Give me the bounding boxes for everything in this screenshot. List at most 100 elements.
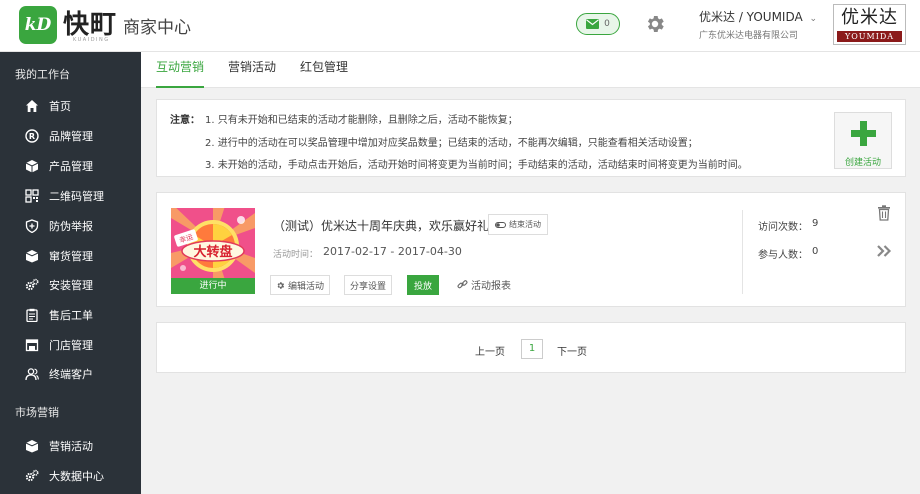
next-page-button[interactable]: 下一页 [557, 343, 587, 358]
sidebar: 我的工作台 首页 R 品牌管理 产品管理 二维码管理 防伪举报 窜货管理 安装管… [0, 52, 141, 494]
activity-report-label: 活动报表 [471, 281, 511, 292]
brand-logo-cn: 优米达 [841, 7, 898, 28]
visits-stat: 访问次数： 9 [758, 218, 818, 233]
sidebar-item-customers[interactable]: 终端客户 [0, 359, 141, 389]
logo-text[interactable]: 快町 [63, 4, 117, 41]
notice-line: 1. 只有未开始和已结束的活动才能删除，且删除之后，活动不能恢复； [205, 115, 518, 126]
end-activity-label: 结束活动 [509, 220, 541, 229]
users-icon [25, 368, 39, 381]
publish-label: 投放 [413, 281, 432, 292]
sidebar-item-label: 防伪举报 [49, 220, 93, 233]
wheel-image: 大转盘 幸运 [171, 208, 255, 278]
sidebar-item-label: 售后工单 [49, 309, 93, 322]
gears-icon [25, 278, 39, 291]
toggle-icon [495, 221, 506, 228]
prev-page-button[interactable]: 上一页 [475, 343, 505, 358]
visits-label: 访问次数： [758, 222, 808, 233]
message-count: 0 [604, 19, 610, 29]
box-icon [25, 250, 39, 263]
company-name: 广东优米达电器有限公司 [699, 31, 799, 41]
sidebar-item-label: 终端客户 [49, 368, 93, 381]
logo-subtitle: KUAIDING [73, 37, 110, 43]
sidebar-item-campaigns[interactable]: 营销活动 [0, 431, 141, 461]
activity-status: 进行中 [171, 278, 255, 294]
messages-button[interactable]: 0 [576, 13, 620, 35]
sidebar-item-bigdata[interactable]: 大数据中心 [0, 461, 141, 491]
plus-icon [851, 121, 876, 146]
sidebar-item-label: 大数据中心 [49, 470, 104, 483]
clipboard-icon [26, 308, 38, 322]
cube-icon [25, 160, 39, 173]
shield-icon [25, 219, 39, 233]
sidebar-section-workspace: 我的工作台 [15, 68, 70, 81]
gear-icon [277, 281, 285, 289]
notice-line: 3. 未开始的活动，手动点击开始后，活动开始时间将变更为当前时间；手动结束的活动… [205, 160, 748, 171]
box-icon [25, 440, 39, 453]
sidebar-item-product[interactable]: 产品管理 [0, 151, 141, 181]
activity-report-link[interactable]: 活动报表 [457, 277, 511, 292]
top-header: kD 快町 KUAIDING 商家中心 0 优米达 / YOUMIDA ⌄ 广东… [0, 0, 920, 52]
sidebar-item-install[interactable]: 安装管理 [0, 270, 141, 300]
qrcode-icon [25, 189, 39, 203]
sidebar-item-home[interactable]: 首页 [0, 91, 141, 121]
activity-title[interactable]: （测试）优米达十周年庆典，欢乐赢好礼 [273, 217, 489, 234]
tab-bar: 互动营销 营销活动 红包管理 [141, 52, 920, 88]
page-number-current[interactable]: 1 [521, 339, 543, 359]
svg-text:R: R [29, 132, 35, 141]
stats-divider [742, 210, 743, 294]
sidebar-item-qrcode[interactable]: 二维码管理 [0, 181, 141, 211]
brand-logo: 优米达 YOUMIDA [833, 4, 906, 45]
create-activity-label: 创建活动 [844, 158, 881, 168]
notice-heading: 注意： [170, 115, 200, 126]
envelope-icon [586, 19, 600, 29]
thumb-label: 大转盘 [193, 244, 232, 260]
create-activity-button[interactable]: 创建活动 [834, 112, 892, 169]
activity-thumbnail[interactable]: 大转盘 幸运 进行中 [171, 208, 255, 294]
double-chevron-right-icon[interactable] [876, 244, 892, 258]
chevron-down-icon: ⌄ [809, 14, 818, 24]
visits-value: 9 [812, 218, 819, 229]
participants-value: 0 [812, 246, 819, 257]
user-menu[interactable]: 优米达 / YOUMIDA ⌄ [699, 8, 817, 25]
tab-interactive-marketing[interactable]: 互动营销 [156, 52, 205, 88]
sidebar-item-label: 安装管理 [49, 279, 93, 292]
sidebar-item-label: 窜货管理 [49, 250, 93, 263]
notice-panel: 注意： 1. 只有未开始和已结束的活动才能删除，且删除之后，活动不能恢复； 2.… [156, 99, 906, 177]
participants-stat: 参与人数： 0 [758, 246, 818, 261]
tab-red-packets[interactable]: 红包管理 [300, 52, 348, 88]
sidebar-item-label: 品牌管理 [49, 130, 93, 143]
sidebar-item-aftersales[interactable]: 售后工单 [0, 300, 141, 330]
user-name: 优米达 / YOUMIDA [699, 10, 803, 24]
activity-time: 2017-02-17 - 2017-04-30 [323, 245, 462, 258]
link-icon [457, 280, 468, 289]
sidebar-item-label: 营销活动 [49, 440, 93, 453]
share-settings-label: 分享设置 [349, 281, 386, 292]
activity-time-label: 活动时间： [273, 250, 319, 260]
home-icon [26, 100, 38, 112]
logo-mark[interactable]: kD [19, 6, 57, 44]
edit-activity-button[interactable]: 编辑活动 [270, 275, 330, 295]
gears-icon [25, 469, 39, 482]
pagination: 上一页 1 下一页 [156, 322, 906, 373]
sidebar-item-anticounterfeit[interactable]: 防伪举报 [0, 211, 141, 241]
brand-logo-en: YOUMIDA [837, 31, 902, 42]
gear-icon[interactable] [644, 13, 666, 35]
share-settings-button[interactable]: 分享设置 [344, 275, 392, 295]
sidebar-item-label: 门店管理 [49, 339, 93, 352]
activity-card: 大转盘 幸运 进行中 （测试）优米达十周年庆典，欢乐赢好礼 结束活动 活动时间：… [156, 192, 906, 307]
sidebar-item-label: 二维码管理 [49, 190, 104, 203]
trash-icon[interactable] [877, 205, 891, 221]
registered-icon: R [25, 129, 39, 143]
sidebar-item-brand[interactable]: R 品牌管理 [0, 121, 141, 151]
notice-line: 2. 进行中的活动在可以奖品管理中增加对应奖品数量；已结束的活动，不能再次编辑，… [205, 138, 698, 149]
store-icon [25, 339, 39, 352]
sidebar-item-crossgoods[interactable]: 窜货管理 [0, 241, 141, 271]
tab-campaigns[interactable]: 营销活动 [228, 52, 276, 88]
sidebar-section-marketing: 市场营销 [15, 406, 59, 419]
publish-button[interactable]: 投放 [407, 275, 439, 295]
sidebar-item-label: 产品管理 [49, 160, 93, 173]
edit-activity-label: 编辑活动 [287, 281, 324, 292]
app-title: 商家中心 [123, 18, 191, 38]
end-activity-button[interactable]: 结束活动 [488, 214, 548, 235]
sidebar-item-stores[interactable]: 门店管理 [0, 330, 141, 360]
